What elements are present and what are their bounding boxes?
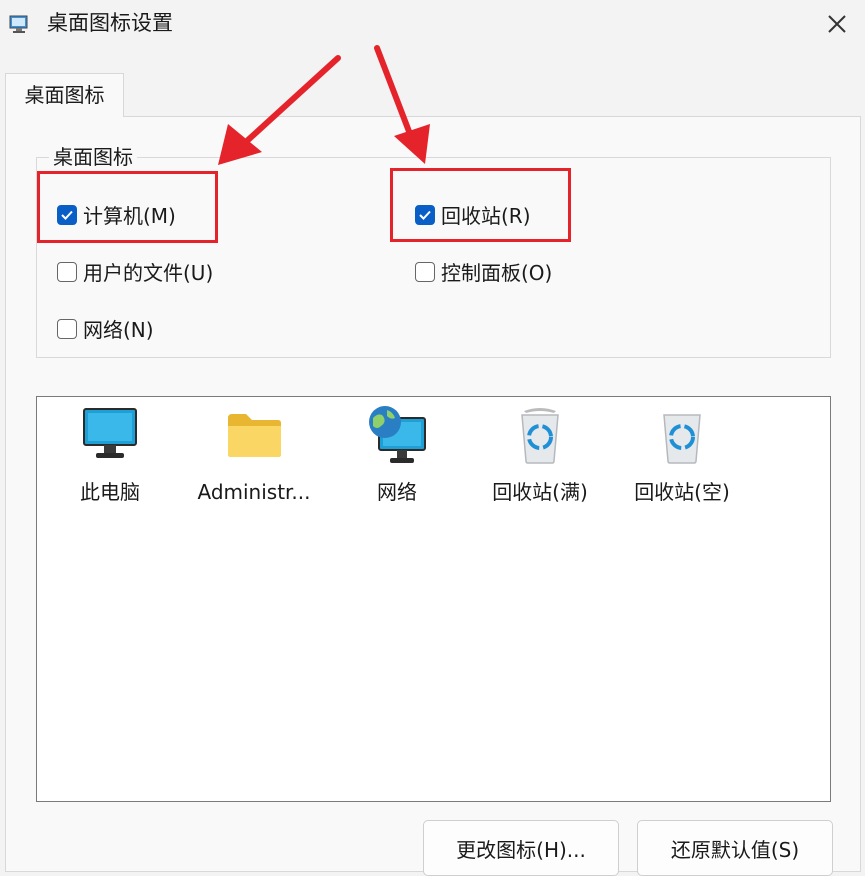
network-globe-icon bbox=[365, 403, 429, 467]
group-label: 桌面图标 bbox=[49, 143, 137, 171]
checkbox-user-files[interactable]: 用户的文件(U) bbox=[57, 257, 213, 286]
icon-item-this-pc[interactable]: 此电脑 bbox=[45, 403, 175, 505]
icon-label: Administr... bbox=[197, 480, 311, 504]
checkbox-box[interactable] bbox=[415, 261, 435, 282]
icon-item-administrator[interactable]: Administr... bbox=[189, 403, 319, 505]
icon-item-network[interactable]: 网络 bbox=[332, 403, 462, 505]
checkbox-control-panel[interactable]: 控制面板(O) bbox=[415, 257, 552, 286]
title-bar: 桌面图标设置 bbox=[0, 0, 865, 48]
close-button[interactable] bbox=[809, 0, 865, 48]
icon-item-recycle-bin-empty[interactable]: 回收站(空) bbox=[617, 403, 747, 505]
icon-list-view[interactable]: 此电脑 Administr... 网络 回收站(满) 回收站(空) bbox=[36, 396, 831, 802]
recycle-bin-empty-icon bbox=[650, 403, 714, 467]
checkbox-box[interactable] bbox=[57, 261, 77, 282]
change-icon-button[interactable]: 更改图标(H)... bbox=[423, 820, 619, 876]
icon-label: 网络 bbox=[377, 480, 417, 504]
restore-default-button[interactable]: 还原默认值(S) bbox=[637, 820, 833, 876]
annotation-highlight-computer bbox=[37, 171, 218, 243]
checkbox-label: 网络(N) bbox=[83, 318, 154, 342]
icon-item-recycle-bin-full[interactable]: 回收站(满) bbox=[475, 403, 605, 505]
folder-icon bbox=[222, 403, 286, 467]
annotation-highlight-recycle-bin bbox=[390, 168, 571, 242]
checkbox-network[interactable]: 网络(N) bbox=[57, 314, 154, 343]
icon-label: 回收站(空) bbox=[634, 480, 730, 504]
tab-desktop-icons[interactable]: 桌面图标 bbox=[5, 73, 124, 117]
checkbox-label: 用户的文件(U) bbox=[83, 261, 214, 285]
close-icon bbox=[828, 15, 846, 33]
window-title: 桌面图标设置 bbox=[47, 11, 173, 35]
monitor-icon bbox=[78, 403, 142, 467]
desktop-settings-icon bbox=[9, 15, 28, 33]
icon-label: 回收站(满) bbox=[492, 480, 588, 504]
checkbox-box[interactable] bbox=[57, 318, 77, 339]
recycle-bin-full-icon bbox=[508, 403, 572, 467]
icon-label: 此电脑 bbox=[80, 480, 140, 504]
checkbox-label: 控制面板(O) bbox=[441, 261, 553, 285]
